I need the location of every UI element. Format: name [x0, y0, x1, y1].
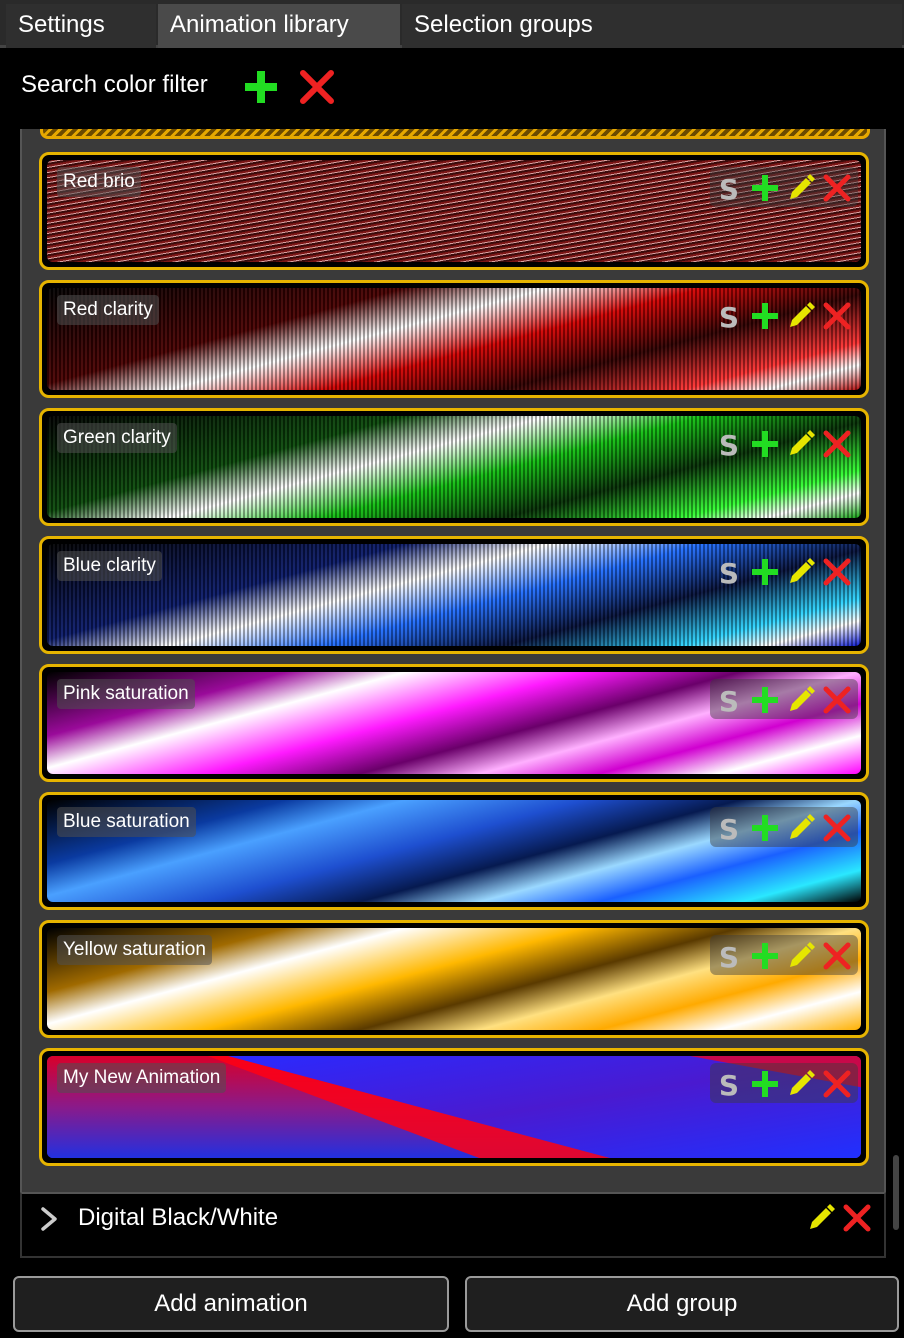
s-icon[interactable]: S: [714, 813, 744, 843]
search-color-filter-label: Search color filter: [21, 71, 208, 98]
close-icon[interactable]: [822, 557, 852, 587]
s-icon[interactable]: S: [714, 429, 744, 459]
pencil-icon[interactable]: [786, 813, 816, 843]
s-icon[interactable]: S: [714, 1069, 744, 1099]
close-icon[interactable]: [822, 813, 852, 843]
tab-settings[interactable]: Settings: [6, 4, 156, 48]
svg-text:S: S: [719, 301, 739, 331]
svg-text:S: S: [719, 813, 739, 843]
svg-text:S: S: [719, 685, 739, 715]
s-icon[interactable]: S: [714, 941, 744, 971]
tab-bar: Settings Animation library Selection gro…: [0, 0, 904, 48]
svg-text:S: S: [719, 557, 739, 587]
s-icon[interactable]: S: [714, 301, 744, 331]
chevron-right-icon[interactable]: [36, 1204, 62, 1234]
close-icon[interactable]: [822, 173, 852, 203]
add-group-button[interactable]: Add group: [465, 1276, 899, 1332]
animation-item-red-clarity[interactable]: Red clarity S: [39, 280, 869, 398]
animation-item-my-new-animation[interactable]: My New Animation S: [39, 1048, 869, 1166]
close-icon[interactable]: [822, 301, 852, 331]
plus-icon[interactable]: [750, 1069, 780, 1099]
close-icon[interactable]: [822, 685, 852, 715]
search-color-filter-bar: Search color filter: [0, 51, 904, 129]
animation-name: Yellow saturation: [57, 935, 212, 965]
animation-tools: S: [710, 807, 858, 847]
animation-name: My New Animation: [57, 1063, 227, 1093]
pencil-icon[interactable]: [786, 941, 816, 971]
close-icon[interactable]: [822, 429, 852, 459]
animation-name: Pink saturation: [57, 679, 195, 709]
animation-item-blue-saturation[interactable]: Blue saturation S: [39, 792, 869, 910]
pencil-icon[interactable]: [786, 429, 816, 459]
add-animation-button[interactable]: Add animation: [13, 1276, 449, 1332]
pencil-icon[interactable]: [786, 685, 816, 715]
svg-text:S: S: [719, 429, 739, 459]
pencil-icon[interactable]: [786, 173, 816, 203]
svg-text:S: S: [719, 1069, 739, 1099]
pencil-icon[interactable]: [806, 1203, 836, 1233]
animation-tools: S: [710, 551, 858, 591]
close-icon[interactable]: [298, 68, 336, 106]
animation-item-green-clarity[interactable]: Green clarity S: [39, 408, 869, 526]
animation-name: Blue saturation: [57, 807, 196, 837]
animation-tools: S: [710, 1063, 858, 1103]
animation-item-partial: [40, 129, 870, 139]
plus-icon[interactable]: [750, 557, 780, 587]
animation-item-blue-clarity[interactable]: Blue clarity S: [39, 536, 869, 654]
svg-text:S: S: [719, 941, 739, 971]
pencil-icon[interactable]: [786, 301, 816, 331]
svg-text:S: S: [719, 173, 739, 203]
pencil-icon[interactable]: [786, 1069, 816, 1099]
s-icon[interactable]: S: [714, 685, 744, 715]
plus-icon[interactable]: [750, 173, 780, 203]
animation-item-red-brio[interactable]: Red brio S: [39, 152, 869, 270]
group-title: Digital Black/White: [78, 1204, 279, 1231]
plus-icon[interactable]: [242, 68, 280, 106]
animation-item-yellow-saturation[interactable]: Yellow saturation S: [39, 920, 869, 1038]
animation-name: Blue clarity: [57, 551, 162, 581]
animation-tools: S: [710, 167, 858, 207]
plus-icon[interactable]: [750, 429, 780, 459]
animation-list[interactable]: Red brio S Red clarity S Green clarity S: [20, 129, 886, 1192]
tab-selection-groups[interactable]: Selection groups: [402, 4, 902, 48]
animation-tools: S: [710, 295, 858, 335]
animation-tools: S: [710, 679, 858, 719]
tab-animation-library[interactable]: Animation library: [158, 4, 400, 48]
s-icon[interactable]: S: [714, 173, 744, 203]
plus-icon[interactable]: [750, 941, 780, 971]
plus-icon[interactable]: [750, 301, 780, 331]
animation-name: Red clarity: [57, 295, 159, 325]
s-icon[interactable]: S: [714, 557, 744, 587]
plus-icon[interactable]: [750, 685, 780, 715]
animation-name: Green clarity: [57, 423, 177, 453]
plus-icon[interactable]: [750, 813, 780, 843]
close-icon[interactable]: [822, 1069, 852, 1099]
pencil-icon[interactable]: [786, 557, 816, 587]
animation-item-pink-saturation[interactable]: Pink saturation S: [39, 664, 869, 782]
close-icon[interactable]: [842, 1203, 872, 1233]
scrollbar[interactable]: [893, 1155, 899, 1230]
animation-name: Red brio: [57, 167, 141, 197]
close-icon[interactable]: [822, 941, 852, 971]
animation-tools: S: [710, 423, 858, 463]
animation-tools: S: [710, 935, 858, 975]
group-row-digital-black-white[interactable]: Digital Black/White: [20, 1192, 886, 1258]
